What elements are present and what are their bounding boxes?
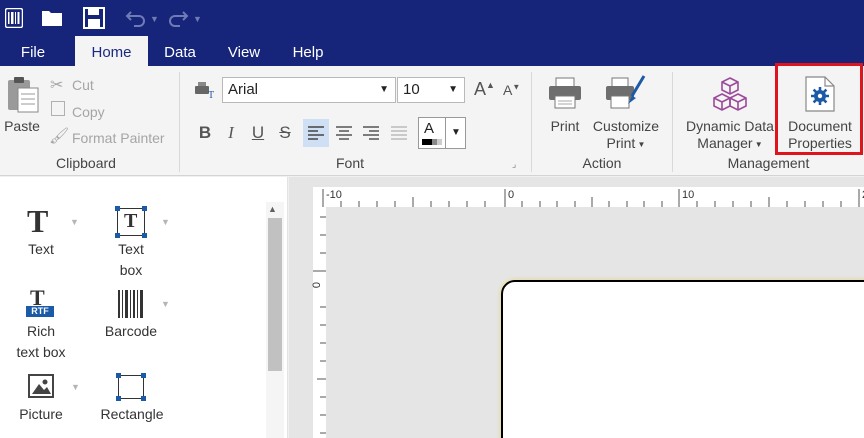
barcode-tool-icon[interactable] xyxy=(118,290,144,321)
paste-icon[interactable] xyxy=(6,76,40,117)
chevron-down-icon[interactable]: ▼ xyxy=(161,299,170,309)
ruler-label: 0 xyxy=(311,281,324,289)
picture-tool-label[interactable]: Picture xyxy=(6,404,76,425)
format-painter-button[interactable]: Format Painter xyxy=(72,130,165,147)
redo-dropdown-icon[interactable]: ▼ xyxy=(193,14,202,24)
text-box-glyph: T xyxy=(124,210,138,232)
ruler-label: 0 xyxy=(508,189,515,201)
scroll-up-icon[interactable]: ▲ xyxy=(268,204,277,214)
horizontal-ruler: -10 0 10 2 xyxy=(313,187,864,207)
font-family-value: Arial xyxy=(228,81,259,98)
font-color-letter: A xyxy=(424,120,435,137)
copy-icon xyxy=(51,101,65,116)
title-bar: ▼ ▼ xyxy=(0,0,864,36)
tab-file[interactable]: File xyxy=(0,36,66,66)
dialog-launcher-icon[interactable]: ⌟ xyxy=(512,159,516,170)
picture-tool-icon[interactable] xyxy=(28,374,54,398)
ruler-ticks xyxy=(313,216,326,434)
open-folder-icon[interactable] xyxy=(40,5,64,31)
bold-icon[interactable]: B xyxy=(192,119,218,147)
ruler-label: 10 xyxy=(682,189,695,201)
chevron-down-icon: ▼ xyxy=(379,84,389,95)
customize-print-button[interactable]: Customize Print ▼ xyxy=(588,118,664,153)
rich-text-box-tool-icon[interactable]: T RTF xyxy=(26,285,54,319)
text-box-tool-label[interactable]: Text box xyxy=(100,239,162,281)
chevron-down-icon[interactable]: ▼ xyxy=(161,217,170,227)
chevron-down-icon[interactable]: ▼ xyxy=(71,382,80,392)
customize-label: Customize xyxy=(592,118,660,134)
font-size-value: 10 xyxy=(403,81,420,98)
chevron-down-icon: ▼ xyxy=(451,127,461,138)
paste-button-label[interactable]: Paste xyxy=(2,118,42,135)
label-page[interactable] xyxy=(501,280,864,438)
chevron-down-icon: ▼ xyxy=(752,139,763,149)
chevron-down-icon[interactable]: ▼ xyxy=(70,217,79,227)
svg-text:T: T xyxy=(208,90,214,99)
text-tool-icon[interactable]: T xyxy=(27,204,48,238)
rectangle-tool-label[interactable]: Rectangle xyxy=(92,404,172,425)
clipboard-group-label: Clipboard xyxy=(56,155,116,171)
customize-print-icon[interactable] xyxy=(606,74,648,115)
rtf-badge: RTF xyxy=(26,306,54,317)
design-canvas[interactable]: -10 0 10 2 0 xyxy=(289,177,864,438)
ruler-ticks xyxy=(322,189,860,207)
rectangle-tool-icon[interactable] xyxy=(116,373,146,401)
grow-font-icon[interactable]: A▲ xyxy=(474,79,495,100)
underline-icon[interactable]: U xyxy=(245,119,271,147)
align-center-icon[interactable] xyxy=(331,119,357,147)
italic-icon[interactable]: I xyxy=(218,119,244,147)
tool-palette: T ▼ Text T ▼ Text box T RTF Rich text bo… xyxy=(0,177,288,438)
vertical-ruler: 0 xyxy=(311,207,326,438)
format-painter-icon: 🖌 xyxy=(49,128,70,145)
cut-button[interactable]: Cut xyxy=(72,77,94,94)
action-group-label: Action xyxy=(582,155,622,171)
align-left-icon[interactable] xyxy=(303,119,329,147)
undo-icon[interactable] xyxy=(124,5,148,31)
print-button-label[interactable]: Print xyxy=(544,118,586,135)
tab-data[interactable]: Data xyxy=(148,36,212,66)
text-box-line2: box xyxy=(119,262,143,278)
scrollbar-thumb[interactable] xyxy=(268,218,282,371)
font-group-label: Font xyxy=(335,155,364,171)
redo-icon[interactable] xyxy=(166,5,190,31)
dynamic-label-line2: Manager xyxy=(697,135,753,151)
rich-text-line2: text box xyxy=(16,344,66,360)
barcode-tool-label[interactable]: Barcode xyxy=(96,321,166,342)
font-size-select[interactable]: 10 ▼ xyxy=(397,77,465,103)
font-color-button[interactable]: A ▼ xyxy=(418,117,466,149)
scissors-icon: ✂ xyxy=(50,77,64,94)
ruler-label: -10 xyxy=(326,189,342,201)
font-printer-icon: T xyxy=(194,81,216,102)
align-right-icon[interactable] xyxy=(358,119,384,147)
copy-button[interactable]: Copy xyxy=(72,104,105,121)
shrink-font-icon[interactable]: A▼ xyxy=(503,82,520,98)
management-group-label: Management xyxy=(727,155,810,171)
color-swatch xyxy=(422,139,442,145)
tab-help[interactable]: Help xyxy=(276,36,340,66)
save-icon[interactable] xyxy=(82,5,106,31)
rich-text-line1: Rich xyxy=(26,323,55,339)
undo-dropdown-icon[interactable]: ▼ xyxy=(150,14,159,24)
chevron-down-icon: ▼ xyxy=(448,84,458,95)
barcode-app-icon xyxy=(4,5,24,31)
document-properties-highlight xyxy=(775,63,863,155)
ribbon: Paste ✂ Cut Copy 🖌 Format Painter Clipbo… xyxy=(0,66,864,176)
justify-icon xyxy=(386,119,412,147)
menu-tabs: File Home Data View Help xyxy=(0,36,864,66)
dynamic-label: Dynamic Data xyxy=(686,118,774,134)
printer-icon[interactable] xyxy=(548,76,582,113)
chevron-down-icon: ▼ xyxy=(635,139,646,149)
strikethrough-icon[interactable]: S xyxy=(272,119,298,147)
customize-label-line2: Print xyxy=(606,135,636,151)
text-box-tool-icon[interactable]: T xyxy=(115,206,147,238)
dynamic-data-manager-button[interactable]: Dynamic Data Manager ▼ xyxy=(680,118,780,153)
font-family-select[interactable]: Arial ▼ xyxy=(222,77,396,103)
text-box-line1: Text xyxy=(118,241,144,257)
tab-view[interactable]: View xyxy=(212,36,276,66)
tab-home[interactable]: Home xyxy=(75,36,148,66)
dynamic-data-manager-icon[interactable] xyxy=(712,76,748,115)
rich-text-box-tool-label[interactable]: Rich text box xyxy=(4,321,78,363)
text-tool-label[interactable]: Text xyxy=(10,239,72,260)
